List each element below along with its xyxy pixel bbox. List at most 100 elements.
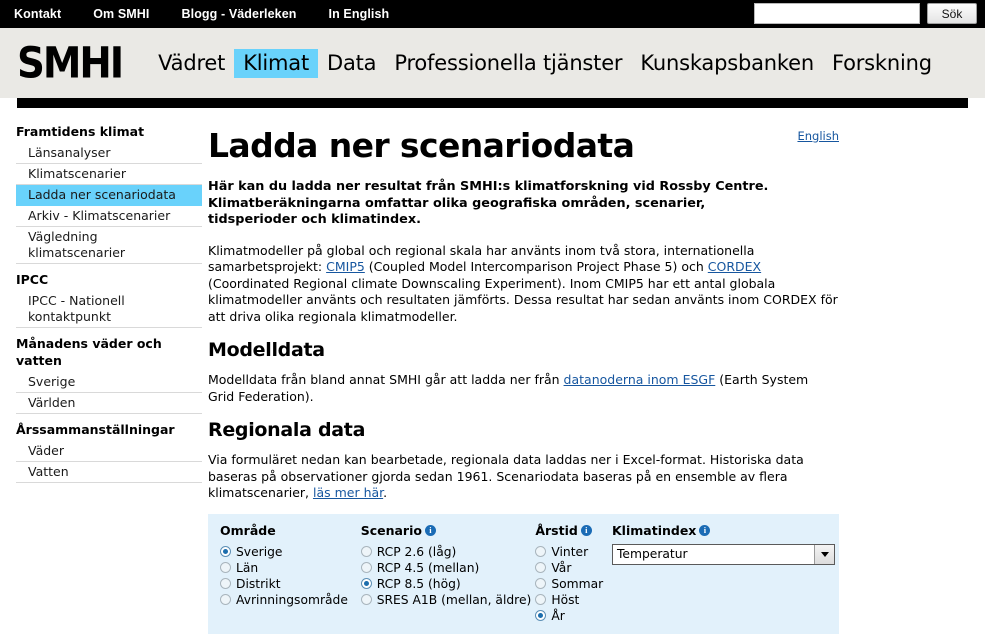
radio-option-sverige[interactable]: Sverige <box>220 544 357 560</box>
radio-option-vinter[interactable]: Vinter <box>535 544 608 560</box>
radio-option-distrikt[interactable]: Distrikt <box>220 576 357 592</box>
info-icon[interactable]: i <box>424 524 436 536</box>
field-group-scenario: Scenario i RCP 2.6 (låg) RCP 4.5 (mellan… <box>360 523 536 624</box>
radio-indicator[interactable] <box>535 562 547 573</box>
search-button[interactable]: Sök <box>927 3 977 24</box>
info-icon[interactable]: i <box>699 524 711 536</box>
radio-indicator[interactable] <box>360 578 372 589</box>
radio-option-ar[interactable]: År <box>535 608 608 624</box>
radio-indicator[interactable] <box>360 594 372 605</box>
radio-option-var[interactable]: Vår <box>535 560 608 576</box>
radio-option-host[interactable]: Höst <box>535 592 608 608</box>
page-content: Framtidens klimat Länsanalyser Klimatsce… <box>0 108 985 634</box>
sidebar-group-title-manadens-vader-och-vatten: Månadens väder och vatten <box>16 336 162 368</box>
radio-indicator[interactable] <box>535 546 547 557</box>
klimatindex-dropdown[interactable]: Temperatur <box>612 543 835 565</box>
topbar-link-blogg[interactable]: Blogg - Väderleken <box>182 7 315 21</box>
masthead-divider <box>17 98 968 108</box>
page-title: Ladda ner scenariodata <box>208 126 635 165</box>
nav-item-data[interactable]: Data <box>318 49 385 78</box>
radio-indicator[interactable] <box>220 578 231 589</box>
top-utility-bar: Kontakt Om SMHI Blogg - Väderleken In En… <box>0 0 985 28</box>
sidebar-item-vagledning-klimatscenarier[interactable]: Vägledning klimatscenarier <box>16 227 202 264</box>
radio-indicator[interactable] <box>220 546 231 557</box>
site-search: Sök <box>754 3 977 24</box>
field-group-arstid: Årstid i Vinter Vår Sommar Höst År <box>535 523 612 624</box>
search-input[interactable] <box>754 3 920 24</box>
radio-option-avrinningsomrade[interactable]: Avrinningsområde <box>220 592 357 608</box>
topbar-link-in-english[interactable]: In English <box>329 7 408 21</box>
radio-indicator[interactable] <box>535 594 547 605</box>
nav-item-vadret[interactable]: Vädret <box>149 49 234 78</box>
radio-label: Sverige <box>236 544 283 559</box>
chevron-down-icon[interactable] <box>814 544 834 564</box>
radio-label: RCP 4.5 (mellan) <box>376 560 480 575</box>
regionala-paragraph: Via formuläret nedan kan bearbetade, reg… <box>208 452 838 502</box>
sidebar-item-vader[interactable]: Väder <box>16 441 202 462</box>
radio-indicator[interactable] <box>535 610 547 621</box>
link-cordex[interactable]: CORDEX <box>708 259 761 274</box>
radio-option-sommar[interactable]: Sommar <box>535 576 608 592</box>
field-group-klimatindex: Klimatindex i Temperatur <box>612 523 839 624</box>
legend-klimatindex-label: Klimatindex <box>612 522 697 538</box>
legend-scenario-label: Scenario <box>360 522 422 538</box>
nav-item-professionella-tjanster[interactable]: Professionella tjänster <box>385 49 631 78</box>
intro-text-part2: (Coupled Model Intercomparison Project P… <box>364 259 708 274</box>
modelldata-text-part1: Modelldata från bland annat SMHI går att… <box>208 372 564 387</box>
intro-paragraph: Klimatmodeller på global och regional sk… <box>208 243 838 326</box>
radio-label: Vår <box>551 560 572 575</box>
main-navigation: Vädret Klimat Data Professionella tjänst… <box>149 48 941 78</box>
section-title-modelldata: Modelldata <box>208 339 325 361</box>
radio-label: RCP 8.5 (hög) <box>376 576 461 591</box>
sidebar-group-title-framtidens-klimat: Framtidens klimat <box>16 124 145 139</box>
link-datanoderna-esgf[interactable]: datanoderna inom ESGF <box>564 372 716 387</box>
radio-indicator[interactable] <box>535 578 547 589</box>
sidebar-item-ladda-ner-scenariodata[interactable]: Ladda ner scenariodata <box>16 185 202 206</box>
english-language-link[interactable]: English <box>797 129 839 143</box>
topbar-link-om-smhi[interactable]: Om SMHI <box>93 7 167 21</box>
link-cmip5[interactable]: CMIP5 <box>326 259 365 274</box>
radio-indicator[interactable] <box>220 562 231 573</box>
field-group-omrade: Område Sverige Län Distrikt Avrinningsom… <box>220 523 361 624</box>
radio-label: Län <box>236 560 259 575</box>
sidebar-item-arkiv-klimatscenarier[interactable]: Arkiv - Klimatscenarier <box>16 206 202 227</box>
smhi-logo[interactable]: SMHI <box>17 42 124 85</box>
radio-option-rcp-26[interactable]: RCP 2.6 (låg) <box>360 544 532 560</box>
info-icon[interactable]: i <box>580 524 592 536</box>
regionala-text-part1: Via formuläret nedan kan bearbetade, reg… <box>208 452 804 500</box>
section-title-regionala-data: Regionala data <box>208 419 366 441</box>
sidebar-group-title-arssammanstallningar: Årssammanställningar <box>16 422 175 437</box>
radio-label: Vinter <box>551 544 589 559</box>
radio-option-rcp-85[interactable]: RCP 8.5 (hög) <box>360 576 532 592</box>
legend-arstid: Årstid i <box>535 523 608 538</box>
nav-item-klimat[interactable]: Klimat <box>234 48 318 78</box>
legend-omrade: Område <box>220 523 357 538</box>
sidebar-group-title-ipcc: IPCC <box>16 272 49 287</box>
sidebar-item-varlden[interactable]: Världen <box>16 393 202 414</box>
main-column: English Ladda ner scenariodata Här kan d… <box>202 123 985 634</box>
radio-indicator[interactable] <box>360 562 372 573</box>
sidebar-item-lansanalyser[interactable]: Länsanalyser <box>16 143 202 164</box>
sidebar-item-klimatscenarier[interactable]: Klimatscenarier <box>16 164 202 185</box>
link-las-mer-har[interactable]: läs mer här <box>313 485 383 500</box>
radio-label: RCP 2.6 (låg) <box>376 544 457 559</box>
scenario-data-form: Område Sverige Län Distrikt Avrinningsom… <box>208 513 839 634</box>
nav-item-kunskapsbanken[interactable]: Kunskapsbanken <box>631 49 823 78</box>
legend-omrade-label: Område <box>220 522 276 538</box>
lead-paragraph: Här kan du ladda ner resultat från SMHI:… <box>208 179 769 227</box>
sidebar-item-sverige[interactable]: Sverige <box>16 372 202 393</box>
klimatindex-selected-value: Temperatur <box>617 546 688 561</box>
sidebar-item-ipcc-nationell-kontaktpunkt[interactable]: IPCC - Nationell kontaktpunkt <box>16 291 202 328</box>
legend-scenario: Scenario i <box>361 523 532 538</box>
radio-option-sres-a1b[interactable]: SRES A1B (mellan, äldre) <box>360 592 531 608</box>
intro-text-part3: (Coordinated Regional climate Downscalin… <box>208 275 838 324</box>
radio-indicator[interactable] <box>220 594 231 605</box>
nav-item-forskning[interactable]: Forskning <box>823 49 941 78</box>
radio-option-lan[interactable]: Län <box>220 560 357 576</box>
topbar-link-kontakt[interactable]: Kontakt <box>14 7 79 21</box>
sidebar: Framtidens klimat Länsanalyser Klimatsce… <box>0 123 202 634</box>
masthead: SMHI Vädret Klimat Data Professionella t… <box>0 28 985 108</box>
radio-indicator[interactable] <box>360 546 372 557</box>
radio-option-rcp-45[interactable]: RCP 4.5 (mellan) <box>360 560 532 576</box>
sidebar-item-vatten[interactable]: Vatten <box>16 462 202 483</box>
